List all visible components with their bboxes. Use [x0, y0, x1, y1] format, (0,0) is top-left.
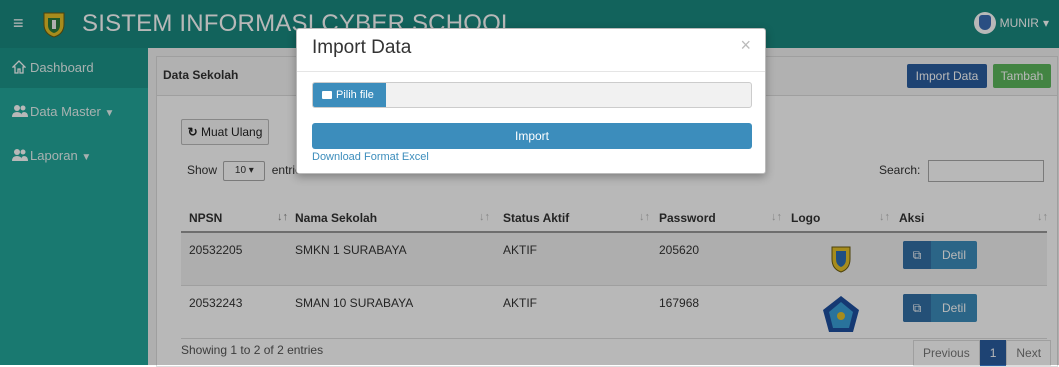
- divider: [297, 71, 765, 72]
- close-icon[interactable]: ×: [740, 35, 751, 56]
- file-input[interactable]: Pilih file: [312, 82, 752, 108]
- download-format-link[interactable]: Download Format Excel: [312, 151, 429, 163]
- folder-icon: [322, 91, 332, 100]
- choose-file-button[interactable]: Pilih file: [313, 83, 386, 107]
- import-modal: Import Data × Pilih file Import Download…: [296, 28, 766, 174]
- modal-title: Import Data: [312, 37, 412, 58]
- import-submit-button[interactable]: Import: [312, 123, 752, 149]
